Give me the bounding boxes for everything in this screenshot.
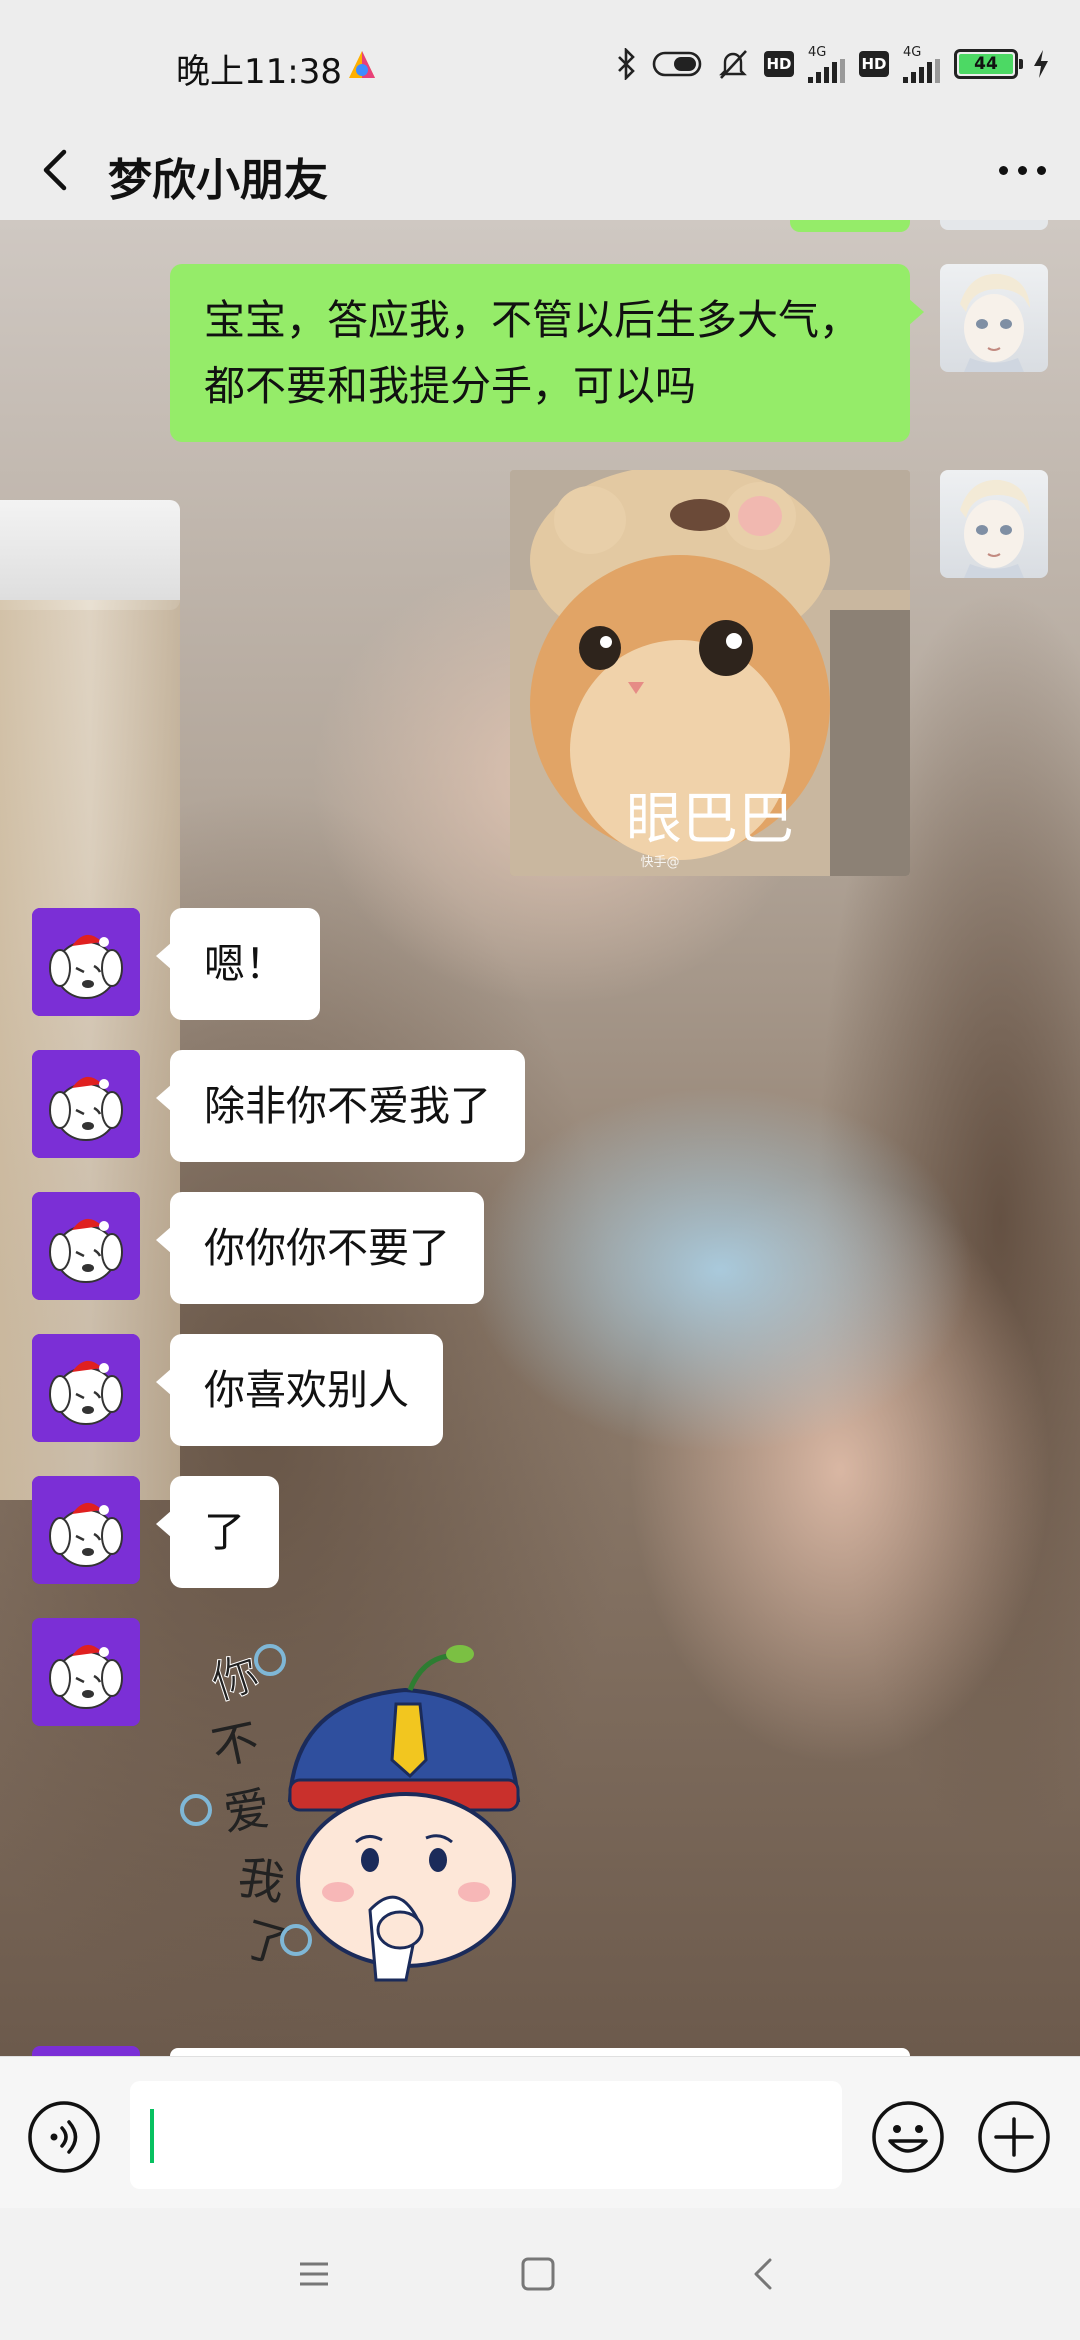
- message-input[interactable]: [130, 2081, 842, 2189]
- message-text: 除非你不爱我了: [204, 1082, 491, 1130]
- more-dots-icon[interactable]: [986, 142, 1058, 198]
- app-notification-icon: [349, 51, 375, 78]
- voice-icon[interactable]: [26, 2099, 102, 2175]
- message-bubble-friend[interactable]: 嗯！: [156, 908, 320, 1020]
- status-bar: 晚上11:38 HD 4G HD 4G 44: [0, 0, 1080, 130]
- charging-icon: [1034, 50, 1048, 78]
- friend-avatar[interactable]: [32, 1050, 140, 1158]
- sticker-char: 我: [234, 1850, 289, 1911]
- friend-avatar[interactable]: [32, 1476, 140, 1584]
- status-time: 晚上11:38: [176, 52, 342, 92]
- network-type-label-2: 4G: [903, 44, 922, 60]
- friend-avatar[interactable]: [32, 908, 140, 1016]
- sticker-char: 了: [237, 1911, 296, 1976]
- text-caret: [150, 2109, 154, 2163]
- battery-icon: 44: [954, 49, 1023, 79]
- chat-background-photo: [0, 500, 180, 610]
- message-text: 你喜欢别人: [204, 1366, 409, 1414]
- hd-icon-2: HD: [859, 51, 889, 77]
- home-icon[interactable]: [516, 2252, 560, 2296]
- message-bubble-friend[interactable]: 你你你不要了: [156, 1192, 484, 1304]
- bluetooth-icon: [618, 48, 635, 80]
- message-text: 你你你不要了: [204, 1224, 450, 1272]
- sticker-message[interactable]: 你 不 爱 我 了: [170, 1630, 580, 2020]
- cat-meme-image: 眼巴巴 快手@: [510, 470, 910, 876]
- chat-header: 梦欣小朋友: [0, 120, 1080, 220]
- dog-avatar-icon: [32, 1618, 140, 1726]
- avatar-face-icon: [960, 479, 1030, 578]
- dog-avatar-icon: [32, 1476, 140, 1584]
- image-watermark: 快手@: [640, 855, 679, 870]
- previous-message-bubble: [790, 220, 910, 232]
- next-friend-avatar: [32, 2046, 140, 2056]
- friend-avatar[interactable]: [32, 1618, 140, 1726]
- self-avatar[interactable]: [940, 470, 1048, 578]
- message-bubble-self[interactable]: 宝宝，答应我，不管以后生多大气， 都不要和我提分手，可以吗: [170, 264, 924, 442]
- status-icons: HD 4G HD 4G 44: [614, 40, 1050, 88]
- chat-title: 梦欣小朋友: [108, 155, 328, 206]
- message-bubble-friend[interactable]: 了: [156, 1476, 279, 1588]
- toggle-icon: [652, 51, 702, 77]
- dog-avatar-icon: [32, 1334, 140, 1442]
- mute-icon: [719, 50, 747, 79]
- system-navigation-bar: [0, 2208, 1080, 2340]
- self-avatar[interactable]: [940, 264, 1048, 372]
- friend-avatar[interactable]: [32, 1334, 140, 1442]
- avatar-face-icon: [960, 273, 1030, 372]
- dog-avatar-icon: [32, 908, 140, 1016]
- chevron-left-icon[interactable]: [30, 142, 86, 198]
- dog-avatar-icon: [32, 1050, 140, 1158]
- message-bubble-friend[interactable]: 除非你不爱我了: [156, 1050, 525, 1162]
- back-icon[interactable]: [742, 2252, 786, 2296]
- message-bubble-friend[interactable]: 你喜欢别人: [156, 1334, 443, 1446]
- image-message[interactable]: 眼巴巴 快手@: [510, 470, 910, 876]
- sticker-text-vertical: 你 不 爱 我 了: [204, 1644, 296, 1976]
- dog-avatar-icon: [32, 1192, 140, 1300]
- chat-message-list[interactable]: 宝宝，答应我，不管以后生多大气， 都不要和我提分手，可以吗 眼巴巴 快手@ 嗯！…: [0, 220, 1080, 2056]
- crying-boy-sticker: 你 不 爱 我 了: [180, 1644, 521, 1982]
- menu-icon[interactable]: [292, 2252, 336, 2296]
- message-text: 嗯！: [204, 940, 286, 988]
- signal-icon-2: 4G: [903, 46, 940, 83]
- message-text: 了: [204, 1508, 245, 1556]
- sticker-char: 爱: [220, 1781, 273, 1841]
- network-type-label: 4G: [808, 44, 827, 60]
- next-message-bubble: [170, 2048, 910, 2056]
- hd-icon: HD: [764, 51, 794, 77]
- emoji-icon[interactable]: [870, 2099, 946, 2175]
- previous-self-avatar: [940, 220, 1048, 230]
- battery-level: 44: [959, 54, 1013, 74]
- sticker-char: 不: [207, 1713, 263, 1775]
- image-caption: 眼巴巴: [626, 787, 794, 852]
- message-text-line: 都不要和我提分手，可以吗: [204, 362, 696, 410]
- message-text-line: 宝宝，答应我，不管以后生多大气，: [204, 296, 860, 344]
- message-input-bar: [0, 2056, 1080, 2208]
- signal-icon: 4G: [808, 46, 845, 83]
- plus-icon[interactable]: [976, 2099, 1052, 2175]
- friend-avatar[interactable]: [32, 1192, 140, 1300]
